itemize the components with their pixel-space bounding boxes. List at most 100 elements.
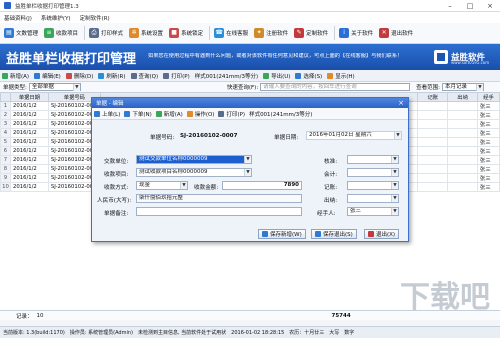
refresh-button[interactable]: 刷新(R)	[98, 72, 126, 80]
exit-icon: ✕	[379, 28, 390, 38]
next-record-button[interactable]: 下单(N)	[124, 110, 152, 118]
dialog-exit-button[interactable]: 退出(X)	[364, 229, 400, 239]
online-support-button[interactable]: ☎ 在线客服	[212, 25, 250, 41]
printer-icon	[163, 72, 170, 79]
close-icon[interactable]: ×	[480, 0, 500, 12]
new-button[interactable]: 新增(A)	[2, 72, 29, 80]
operator-text: 操作员: 系统管理员(Admin)	[69, 330, 133, 336]
select-button[interactable]: 选择(S)	[295, 72, 322, 80]
menu-system-maintenance[interactable]: 系统维护(Y)	[41, 14, 71, 22]
document-management-button[interactable]: ▤ 文数管理	[2, 25, 40, 41]
payer-input[interactable]: 测试交款单位名称0000009 ▼	[136, 155, 252, 164]
delete-button[interactable]: 删除(D)	[65, 72, 93, 80]
dialog-print-button[interactable]: 打印(P)	[218, 110, 245, 118]
system-settings-button[interactable]: ✲ 系统设置	[127, 25, 165, 41]
payment-method-label: 收款方式:	[104, 185, 129, 191]
maximize-icon[interactable]: □	[460, 0, 480, 12]
system-lock-button[interactable]: ■ 系统锁定	[167, 25, 205, 41]
payment-method-select[interactable]: 现金 ▼	[136, 181, 188, 190]
operation-icon	[186, 110, 193, 117]
note-input[interactable]	[136, 207, 302, 216]
accountant-label: 会计:	[324, 172, 338, 178]
receipt-item-label: 收款项目:	[104, 172, 129, 178]
cashier-select[interactable]: ▼	[347, 194, 399, 203]
download-watermark: 下载吧	[400, 280, 490, 315]
save-and-exit-button[interactable]: 保存退出(S)	[311, 229, 357, 239]
column-cashier[interactable]: 出纳	[447, 92, 479, 102]
receipt-item-input[interactable]: 测试收款项目名称0000009 ▼	[136, 168, 252, 177]
app-icon	[4, 2, 11, 9]
print-style-button[interactable]: ⎙ 打印样式	[87, 25, 125, 41]
calendar-dropdown-icon: ▼	[394, 132, 401, 139]
save-and-new-button[interactable]: 保存新增(W)	[258, 229, 306, 239]
arrow-left-icon	[94, 110, 100, 117]
quick-search-input[interactable]: 请输入要查询的内容，按回车进行查询	[260, 83, 411, 91]
register-button[interactable]: ✦ 注册软件	[252, 25, 290, 41]
add-icon	[155, 110, 162, 117]
total-amount: 75744	[331, 312, 351, 319]
datetime-text: 2016-01-02 18:28:15	[231, 329, 285, 336]
chevron-down-icon: ▼	[391, 156, 398, 163]
operation-menu-button[interactable]: 操作(O)	[186, 110, 214, 118]
doc-type-label: 单据类型:	[3, 85, 27, 91]
amount-input[interactable]: 7890	[222, 181, 302, 190]
handler-select[interactable]: 张三 ▼	[347, 207, 399, 216]
version-text: 当前版本: 1.3(build:1170)	[3, 330, 65, 336]
receipt-date-picker[interactable]: 2016年01月02日 星期六 ▼	[306, 131, 402, 140]
query-button[interactable]: 查询(Q)	[130, 72, 158, 80]
receipt-edit-dialog: 单据 - 编辑 × 上单(L) 下单(N) 新增(A) 操作(O) 打印(P) …	[91, 97, 409, 242]
menu-bar: 基础资料(J) 系统维护(Y) 定制软件(R)	[0, 12, 500, 23]
doc-type-select[interactable]: 全部单据 ▼	[28, 83, 81, 91]
dialog-style-select[interactable]: 样式001(241mm/3等分)	[249, 110, 312, 118]
window-controls: – □ ×	[440, 0, 500, 12]
exit-button[interactable]: ✕ 退出软件	[377, 25, 415, 41]
server-status-text: 未检测到主目信息, 当前软件处于试用状	[137, 330, 227, 336]
cashier-label: 出纳:	[324, 198, 338, 204]
exit-icon	[368, 231, 374, 237]
view-range-select[interactable]: 本月记录 ▼	[442, 83, 485, 91]
receipt-items-button[interactable]: ≡ 收款项目	[42, 25, 80, 41]
menu-basic-data[interactable]: 基础资料(J)	[4, 14, 32, 22]
chevron-down-icon: ▼	[180, 182, 187, 189]
chevron-down-icon: ▼	[391, 169, 398, 176]
receipt-no-value: SJ-20160102-0007	[180, 133, 238, 139]
quick-search-label: 快速查询(F):	[226, 85, 259, 91]
document-icon: ▤	[4, 28, 14, 38]
dialog-close-icon[interactable]: ×	[397, 99, 405, 107]
logo-url: www.soft0595.com	[451, 60, 490, 65]
column-handler[interactable]: 经手	[477, 92, 500, 102]
company-logo: 益胜软件 www.soft0595.com	[434, 47, 496, 67]
edit-button[interactable]: 编辑(E)	[34, 72, 61, 80]
lunar-date-text: 农历：十月廿三	[289, 330, 325, 336]
accountant-select[interactable]: ▼	[347, 168, 399, 177]
print-button[interactable]: 打印(P)	[163, 72, 190, 80]
grid-icon	[327, 72, 334, 79]
dialog-title-bar: 单据 - 编辑 ×	[92, 98, 408, 108]
receipt-no-label: 单据号码:	[150, 135, 175, 141]
previous-record-button[interactable]: 上单(L)	[94, 110, 120, 118]
banner-title: 益胜单栏收据打印管理	[6, 51, 137, 67]
approver-select[interactable]: ▼	[347, 155, 399, 164]
bookkeeper-select[interactable]: ▼	[347, 181, 399, 190]
menu-custom-software[interactable]: 定制软件(R)	[80, 14, 110, 22]
select-icon	[295, 72, 302, 79]
column-date[interactable]: 单据日期	[9, 92, 49, 102]
window-title: 益胜单栏收据打印管理1.3	[15, 3, 79, 10]
display-button[interactable]: 显示(H)	[327, 72, 355, 80]
export-button[interactable]: 导出(U)	[263, 72, 290, 80]
title-bar: 益胜单栏收据打印管理1.3 – □ ×	[0, 0, 500, 12]
minimize-icon[interactable]: –	[440, 0, 460, 12]
record-count: 10	[36, 312, 44, 319]
save-icon	[262, 231, 268, 237]
num-indicator: 数字	[344, 330, 355, 336]
arrow-right-icon	[124, 110, 131, 117]
custom-software-button[interactable]: ✎ 定制软件	[292, 25, 330, 41]
filter-bar: 单据类型: 全部单据 ▼ 快速查询(F): 请输入要查询的内容，按回车进行查询 查…	[0, 82, 500, 92]
about-button[interactable]: i 关于软件	[337, 25, 375, 41]
style-select[interactable]: 样式001(241mm/3等分)	[195, 72, 258, 80]
column-bookkeeper[interactable]: 记账	[417, 92, 449, 102]
dialog-new-button[interactable]: 新增(A)	[155, 110, 183, 118]
main-toolbar: ▤ 文数管理 ≡ 收款项目 ⎙ 打印样式 ✲ 系统设置 ■ 系统锁定 ☎ 在线客服 ✦ 注册软…	[0, 23, 500, 44]
printer-icon: ⎙	[89, 28, 100, 38]
headset-icon: ☎	[214, 28, 225, 38]
